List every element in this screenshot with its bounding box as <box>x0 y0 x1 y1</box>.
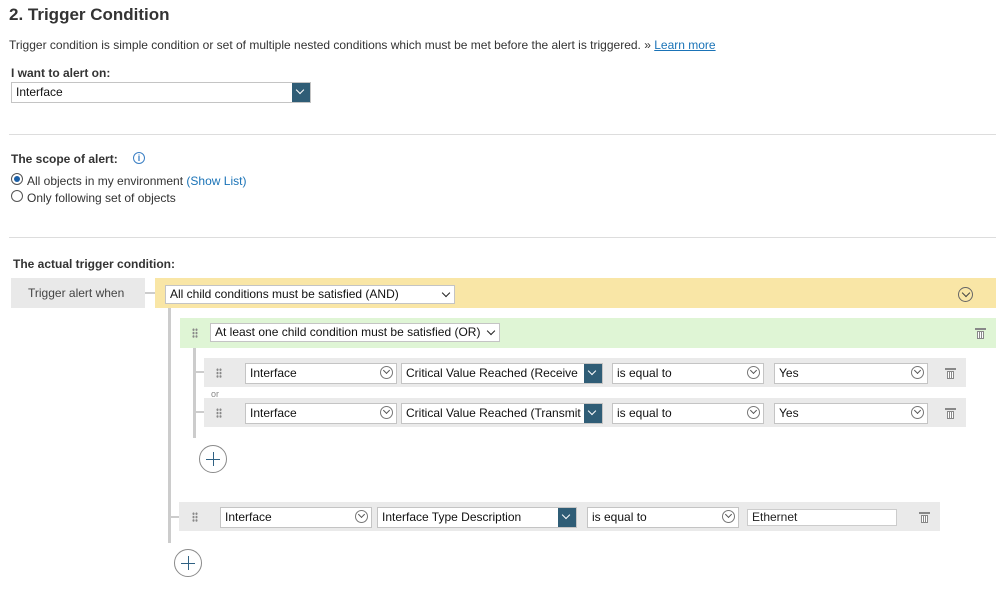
drag-handle-icon[interactable] <box>216 408 222 418</box>
trigger-condition-label: The actual trigger condition: <box>13 257 176 271</box>
section-description: Trigger condition is simple condition or… <box>9 38 716 52</box>
drag-handle-icon[interactable] <box>216 368 222 378</box>
tree-line <box>193 347 196 438</box>
all-objects-text: All objects in my environment <box>27 174 184 188</box>
operator-value: is equal to <box>617 366 672 380</box>
field-dropdown[interactable]: Critical Value Reached (Transmit <box>401 403 603 424</box>
tree-line <box>168 308 171 543</box>
alert-on-value: Interface <box>16 85 63 99</box>
description-text: Trigger condition is simple condition or… <box>9 38 655 52</box>
drag-handle-icon[interactable] <box>192 512 198 522</box>
scope-label: The scope of alert: <box>11 152 118 166</box>
chevron-down-icon <box>441 288 451 298</box>
chevron-down-icon <box>355 510 368 523</box>
object-dropdown[interactable]: Interface <box>245 403 397 424</box>
field-dropdown[interactable]: Interface Type Description <box>377 507 577 528</box>
field-dropdown[interactable]: Critical Value Reached (Receive <box>401 363 603 384</box>
field-value: Interface Type Description <box>382 510 522 524</box>
collapse-expand-icon[interactable] <box>958 287 973 302</box>
object-value: Interface <box>250 406 297 420</box>
tree-connector <box>145 292 155 294</box>
value-dropdown[interactable]: Yes <box>774 403 928 424</box>
trash-icon[interactable] <box>919 512 930 523</box>
chevron-down-icon <box>380 366 393 379</box>
chevron-down-icon <box>722 510 735 523</box>
drag-handle-icon[interactable] <box>192 328 198 338</box>
value-value: Yes <box>779 406 799 420</box>
alert-on-label: I want to alert on: <box>11 66 111 80</box>
tree-connector <box>168 516 179 518</box>
radio-following-objects[interactable] <box>11 190 23 202</box>
dropdown-arrow-icon <box>584 404 602 423</box>
radio-all-objects-label: All objects in my environment (Show List… <box>27 174 246 188</box>
operator-value: is equal to <box>617 406 672 420</box>
learn-more-link[interactable]: Learn more <box>654 38 715 52</box>
dropdown-arrow-icon <box>558 508 576 527</box>
divider <box>9 134 996 135</box>
value-input[interactable]: Ethernet <box>747 509 897 526</box>
section-title: 2. Trigger Condition <box>9 5 170 24</box>
alert-on-dropdown[interactable]: Interface <box>11 82 311 103</box>
operator-dropdown[interactable]: is equal to <box>612 363 764 384</box>
radio-all-objects[interactable] <box>11 173 23 185</box>
field-value: Critical Value Reached (Receive <box>406 366 578 380</box>
show-list-link[interactable]: (Show List) <box>186 174 246 188</box>
chevron-down-icon <box>911 366 924 379</box>
trigger-when-box: Trigger alert when <box>11 278 145 308</box>
info-icon[interactable]: i <box>133 152 145 164</box>
and-condition-dropdown[interactable]: All child conditions must be satisfied (… <box>165 285 455 304</box>
chevron-down-icon <box>380 406 393 419</box>
add-condition-button[interactable] <box>174 549 202 577</box>
field-value: Critical Value Reached (Transmit <box>406 406 581 420</box>
value-value: Yes <box>779 366 799 380</box>
add-condition-button[interactable] <box>199 445 227 473</box>
object-dropdown[interactable]: Interface <box>220 507 372 528</box>
value-dropdown[interactable]: Yes <box>774 363 928 384</box>
tree-connector <box>193 411 204 413</box>
operator-value: is equal to <box>592 510 647 524</box>
or-condition-value: At least one child condition must be sat… <box>215 325 481 339</box>
or-condition-dropdown[interactable]: At least one child condition must be sat… <box>210 323 500 342</box>
trash-icon[interactable] <box>975 328 986 339</box>
dropdown-arrow-icon <box>584 364 602 383</box>
chevron-down-icon <box>747 366 760 379</box>
chevron-down-icon <box>486 326 496 336</box>
object-value: Interface <box>250 366 297 380</box>
dropdown-arrow-icon <box>292 83 310 102</box>
object-dropdown[interactable]: Interface <box>245 363 397 384</box>
trigger-when-label: Trigger alert when <box>28 286 125 300</box>
tree-connector <box>193 371 204 373</box>
radio-following-objects-label: Only following set of objects <box>27 191 176 205</box>
divider <box>9 237 996 238</box>
chevron-down-icon <box>911 406 924 419</box>
trash-icon[interactable] <box>945 368 956 379</box>
chevron-down-icon <box>747 406 760 419</box>
trash-icon[interactable] <box>945 408 956 419</box>
object-value: Interface <box>225 510 272 524</box>
operator-dropdown[interactable]: is equal to <box>587 507 739 528</box>
operator-dropdown[interactable]: is equal to <box>612 403 764 424</box>
and-condition-value: All child conditions must be satisfied (… <box>170 287 399 301</box>
